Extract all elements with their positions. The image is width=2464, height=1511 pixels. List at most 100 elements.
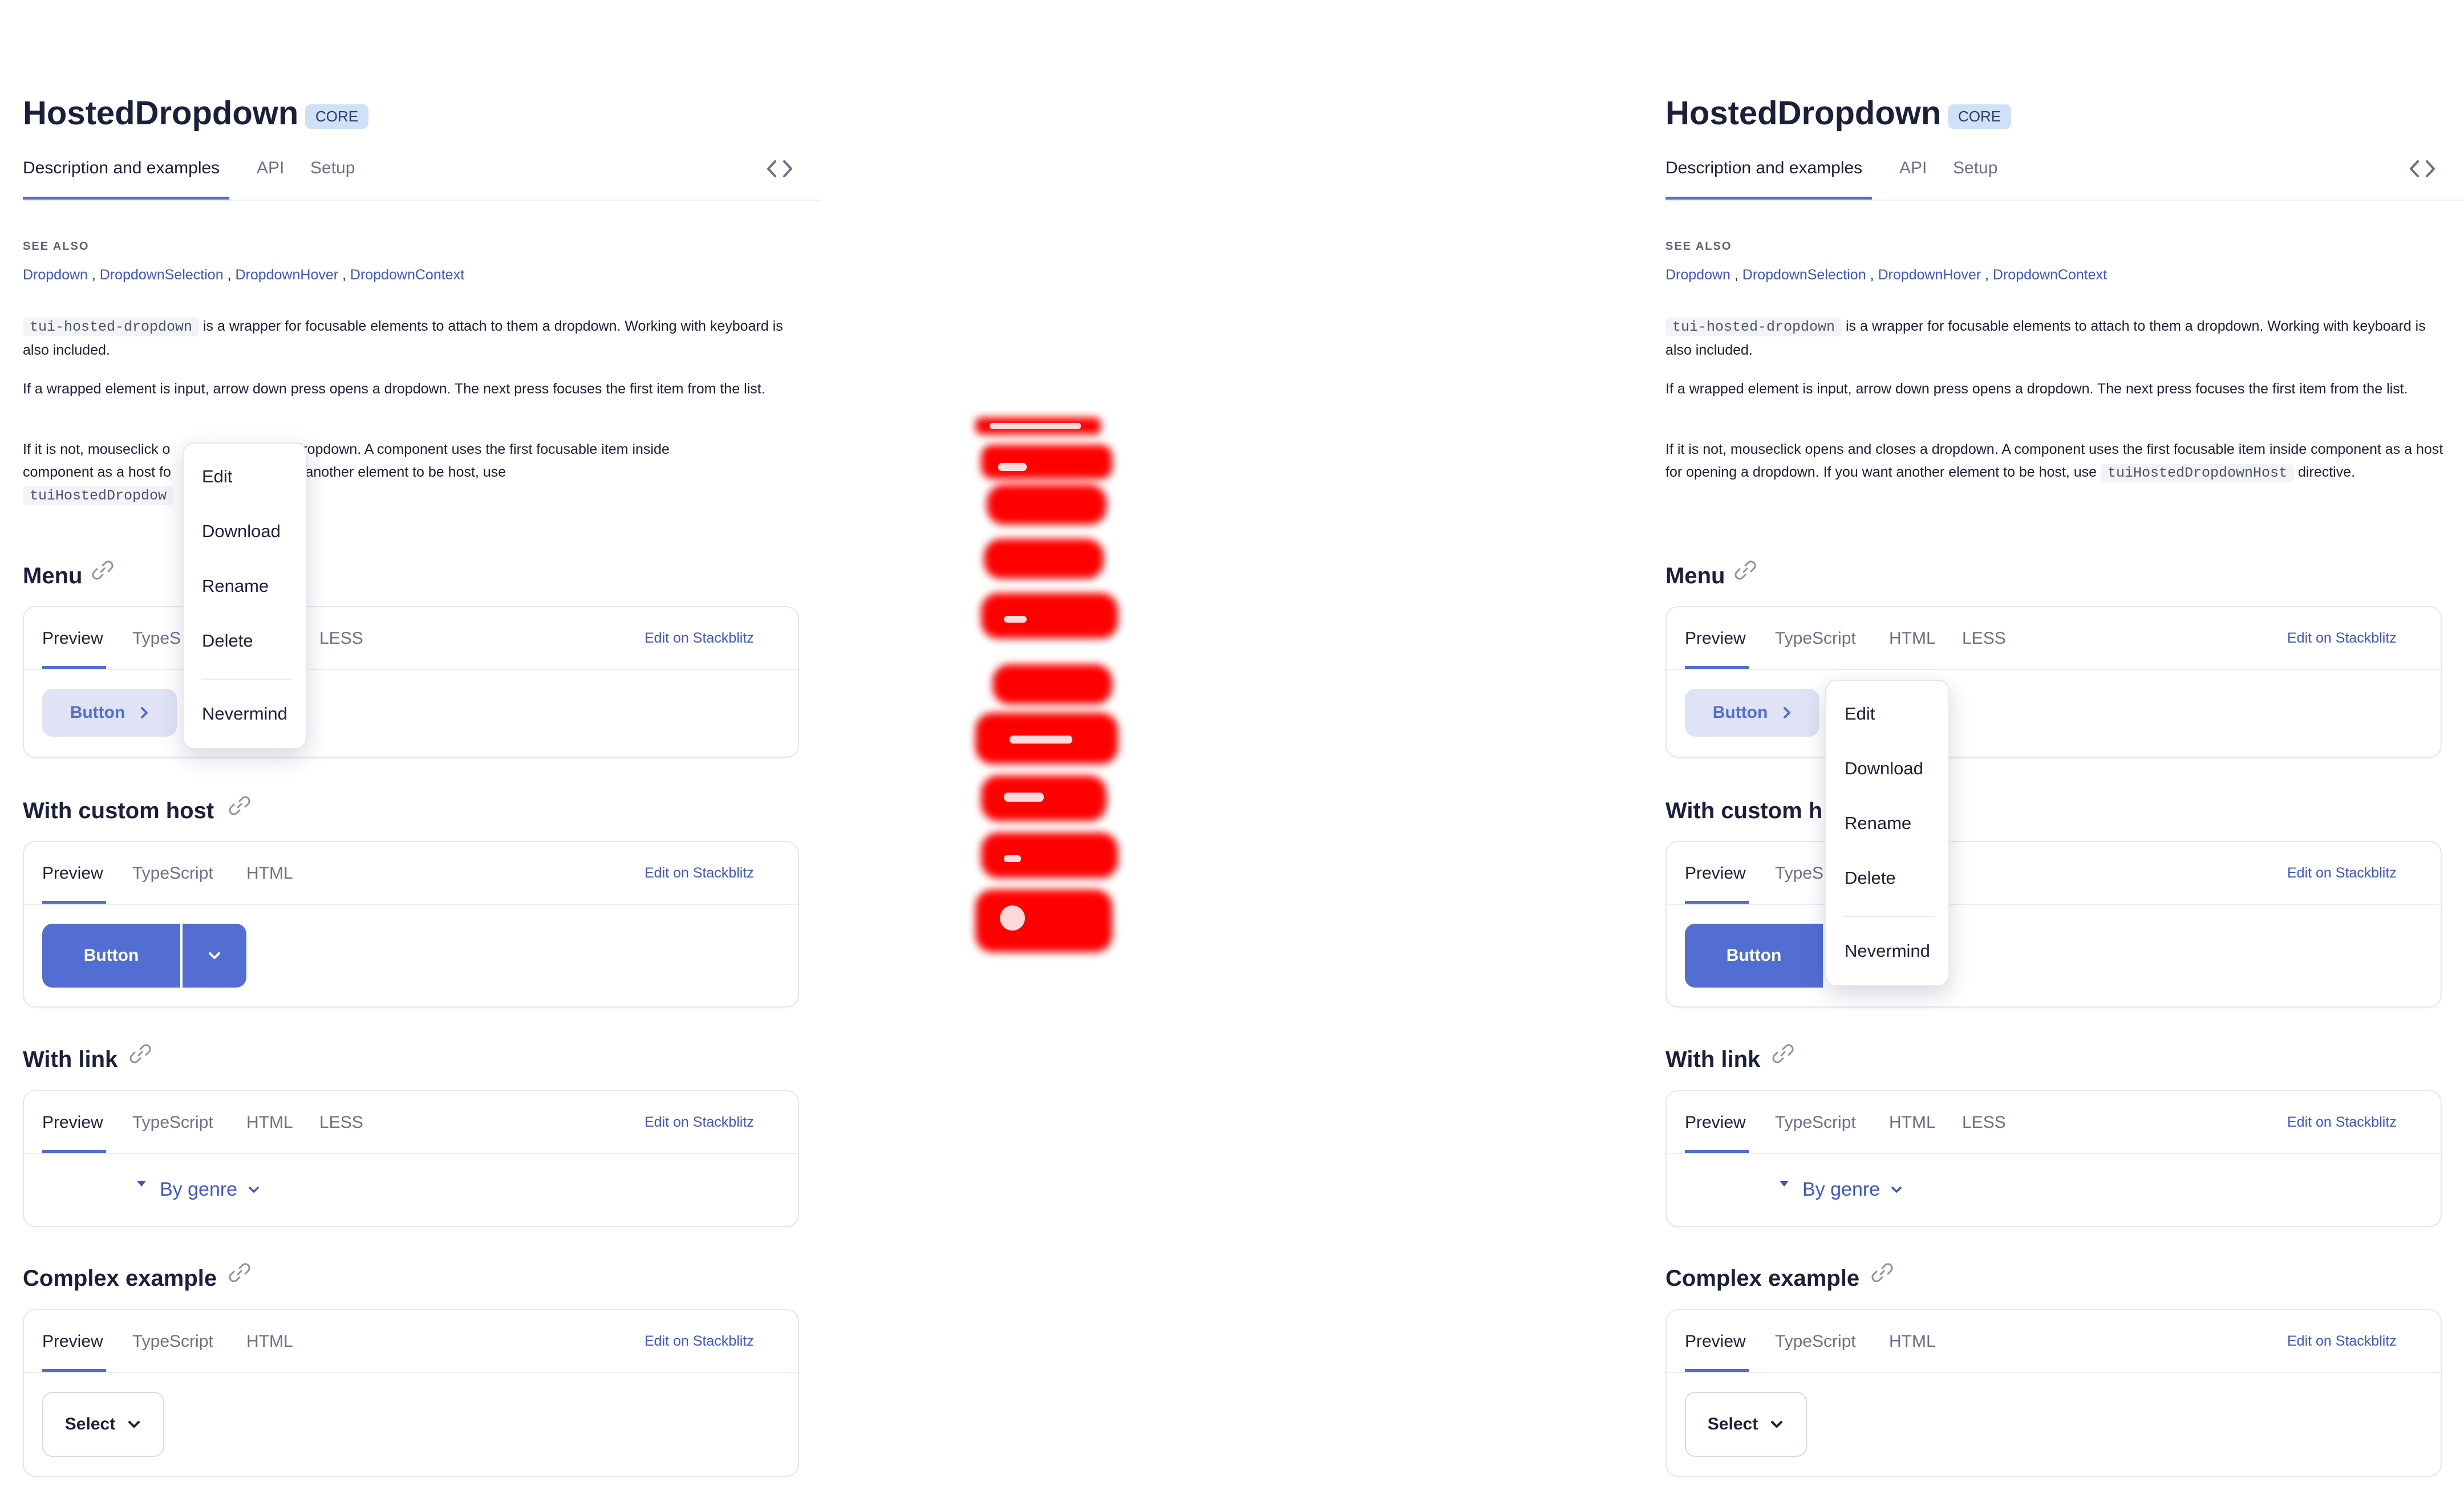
card-tab-less[interactable]: LESS <box>319 629 363 648</box>
card-tab-preview[interactable]: Preview <box>42 1332 103 1351</box>
custom-host-button[interactable]: Button <box>42 924 180 988</box>
section-title-complex-example: Complex example <box>23 1266 217 1291</box>
right-screenshot-panel: HostedDropdown CORE Description and exam… <box>1643 0 2464 1511</box>
input-paragraph: If a wrapped element is input, arrow dow… <box>23 381 765 397</box>
anchor-link-icon[interactable] <box>1772 1042 1794 1065</box>
with-link-example-card: Preview TypeScript HTML LESS Edit on Sta… <box>23 1090 799 1227</box>
intro-paragraph: tui-hosted-dropdown is a wrapper for foc… <box>1665 318 2426 358</box>
card-tab-preview[interactable]: Preview <box>1685 629 1746 648</box>
card-tab-preview[interactable]: Preview <box>42 629 103 648</box>
card-tab-html[interactable]: HTML <box>1889 629 1936 648</box>
link-dropdown-context[interactable]: DropdownContext <box>350 267 464 283</box>
dropdown-menu: Edit Download Rename Delete Nevermind <box>183 442 307 749</box>
card-tab-typescript[interactable]: TypeScript <box>132 1332 213 1351</box>
link-dropdown-hover[interactable]: DropdownHover <box>1878 267 1981 283</box>
menu-item-rename[interactable]: Rename <box>1845 813 1911 834</box>
menu-item-download[interactable]: Download <box>202 521 281 542</box>
custom-host-example-card: Preview TypeScript HTML Edit on Stackbli… <box>23 841 799 1008</box>
menu-item-delete[interactable]: Delete <box>202 631 253 651</box>
card-tab-typescript[interactable]: TypeScript <box>1775 1113 1856 1132</box>
menu-item-rename[interactable]: Rename <box>202 576 269 596</box>
card-tab-preview[interactable]: Preview <box>1685 1332 1746 1351</box>
by-genre-link[interactable]: By genre <box>1802 1179 1903 1201</box>
dropdown-toggle-button[interactable] <box>183 924 246 988</box>
input-paragraph: If a wrapped element is input, arrow dow… <box>1665 381 2408 397</box>
chevron-down-icon <box>1891 1186 1902 1193</box>
chevron-right-icon <box>1784 707 1791 718</box>
anchor-link-icon[interactable] <box>91 559 114 582</box>
complex-example-card: Preview TypeScript HTML Edit on Stackbli… <box>1665 1309 2442 1477</box>
link-dropdown[interactable]: Dropdown <box>1665 267 1731 283</box>
card-tab-less[interactable]: LESS <box>1962 629 2006 648</box>
menu-item-download[interactable]: Download <box>1845 758 1923 779</box>
menu-item-delete[interactable]: Delete <box>1845 868 1896 888</box>
menu-button[interactable]: Button <box>42 689 177 737</box>
card-tab-html[interactable]: HTML <box>246 1332 293 1351</box>
card-tab-typescript[interactable]: TypeS <box>1775 864 1823 883</box>
tab-setup[interactable]: Setup <box>1953 159 1997 178</box>
card-tab-html[interactable]: HTML <box>1889 1332 1936 1351</box>
card-tab-typescript[interactable]: TypeS <box>132 629 181 648</box>
edit-on-stackblitz-link[interactable]: Edit on Stackblitz <box>645 1114 754 1131</box>
edit-on-stackblitz-link[interactable]: Edit on Stackblitz <box>2287 1333 2397 1350</box>
link-dropdown-context[interactable]: DropdownContext <box>1993 267 2107 283</box>
host-paragraph: If it is not, mouseclick opens and close… <box>1665 441 2443 482</box>
dropdown-menu: Edit Download Rename Delete Nevermind <box>1825 680 1950 986</box>
link-dropdown[interactable]: Dropdown <box>23 267 88 283</box>
menu-item-edit[interactable]: Edit <box>1845 704 1875 724</box>
card-tab-less[interactable]: LESS <box>1962 1113 2006 1132</box>
section-title-with-link: With link <box>1665 1047 1761 1072</box>
card-tab-html[interactable]: HTML <box>246 864 293 883</box>
section-title-complex-example: Complex example <box>1665 1266 1860 1291</box>
caret-down-icon <box>136 1180 147 1188</box>
card-tab-preview[interactable]: Preview <box>42 864 103 883</box>
menu-item-nevermind[interactable]: Nevermind <box>202 704 287 724</box>
link-dropdown-hover[interactable]: DropdownHover <box>235 267 338 283</box>
edit-on-stackblitz-link[interactable]: Edit on Stackblitz <box>645 630 754 647</box>
tab-api[interactable]: API <box>257 159 284 178</box>
left-screenshot-panel: HostedDropdown CORE Description and exam… <box>0 0 821 1511</box>
section-title-menu: Menu <box>1665 563 1725 588</box>
menu-item-nevermind[interactable]: Nevermind <box>1845 941 1930 961</box>
host-paragraph-line1: If it is not, mouseclick o dropdown. A co… <box>23 441 670 457</box>
code-toggle-icon[interactable] <box>765 158 794 180</box>
code-toggle-icon[interactable] <box>2408 158 2437 180</box>
card-tab-preview[interactable]: Preview <box>42 1113 103 1132</box>
edit-on-stackblitz-link[interactable]: Edit on Stackblitz <box>2287 865 2397 882</box>
by-genre-link[interactable]: By genre <box>160 1179 260 1201</box>
tab-api[interactable]: API <box>1899 159 1927 178</box>
card-tab-preview[interactable]: Preview <box>1685 1113 1746 1132</box>
core-badge: CORE <box>1948 104 2012 129</box>
card-tab-typescript[interactable]: TypeScript <box>1775 629 1856 648</box>
custom-host-button[interactable]: Button <box>1685 924 1823 988</box>
card-tab-typescript[interactable]: TypeScript <box>132 1113 213 1132</box>
card-tab-less[interactable]: LESS <box>319 1113 363 1132</box>
anchor-link-icon[interactable] <box>1734 559 1757 582</box>
card-tab-typescript[interactable]: TypeScript <box>1775 1332 1856 1351</box>
tab-setup[interactable]: Setup <box>310 159 355 178</box>
select-button[interactable]: Select <box>42 1392 164 1457</box>
menu-button[interactable]: Button <box>1685 689 1819 737</box>
anchor-link-icon[interactable] <box>1871 1261 1894 1284</box>
edit-on-stackblitz-link[interactable]: Edit on Stackblitz <box>2287 1114 2397 1131</box>
page-title: HostedDropdown <box>23 95 299 132</box>
edit-on-stackblitz-link[interactable]: Edit on Stackblitz <box>645 865 754 882</box>
anchor-link-icon[interactable] <box>228 794 251 817</box>
section-title-menu: Menu <box>23 563 83 588</box>
card-tab-typescript[interactable]: TypeScript <box>132 864 213 883</box>
tab-description[interactable]: Description and examples <box>23 159 220 178</box>
card-tab-preview[interactable]: Preview <box>1685 864 1746 883</box>
card-tab-html[interactable]: HTML <box>1889 1113 1936 1132</box>
anchor-link-icon[interactable] <box>129 1042 152 1065</box>
chevron-down-icon <box>249 1186 259 1193</box>
complex-example-card: Preview TypeScript HTML Edit on Stackbli… <box>23 1309 799 1477</box>
link-dropdown-selection[interactable]: DropdownSelection <box>100 267 224 283</box>
menu-item-edit[interactable]: Edit <box>202 466 232 487</box>
edit-on-stackblitz-link[interactable]: Edit on Stackblitz <box>2287 630 2397 647</box>
tab-description[interactable]: Description and examples <box>1665 159 1862 178</box>
card-tab-html[interactable]: HTML <box>246 1113 293 1132</box>
select-button[interactable]: Select <box>1685 1392 1807 1457</box>
anchor-link-icon[interactable] <box>228 1261 251 1284</box>
edit-on-stackblitz-link[interactable]: Edit on Stackblitz <box>645 1333 754 1350</box>
link-dropdown-selection[interactable]: DropdownSelection <box>1742 267 1866 283</box>
